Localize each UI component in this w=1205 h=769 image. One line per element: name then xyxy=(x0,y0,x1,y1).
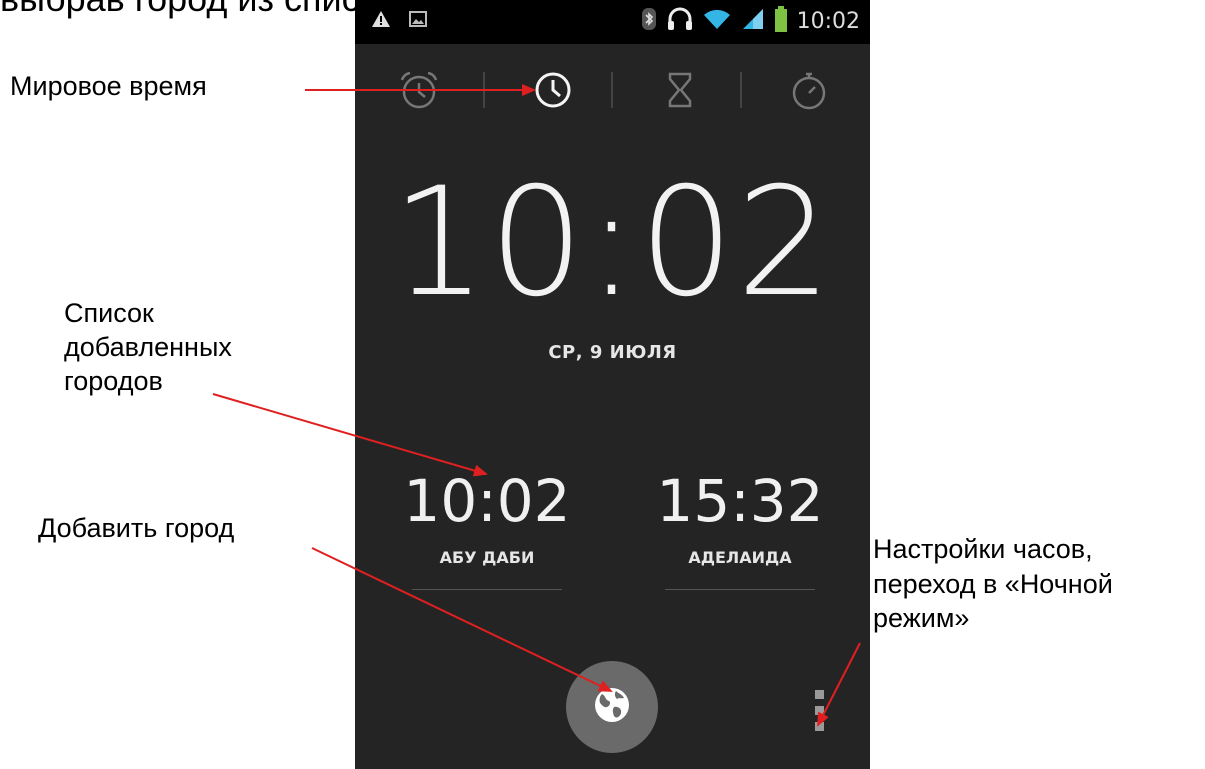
city-name: АДЕЛАИДА xyxy=(688,548,792,567)
clock-icon xyxy=(531,68,575,117)
battery-icon xyxy=(774,6,787,37)
city-time: 15:32 xyxy=(656,467,824,535)
city-time: 10:02 xyxy=(403,467,571,535)
annotation-settings: Настройки часов, переход в «Ночной режим… xyxy=(873,534,1113,634)
headphones-icon xyxy=(667,7,693,36)
main-clock-date: СР, 9 ИЮЛЯ xyxy=(548,342,677,363)
signal-icon xyxy=(741,7,765,36)
top-caption: выбрав город из списка: xyxy=(0,0,406,20)
divider xyxy=(665,589,815,590)
alarm-clock-icon xyxy=(397,68,441,117)
tab-bar xyxy=(355,46,870,134)
wifi-icon xyxy=(703,7,731,36)
status-time: 10:02 xyxy=(796,9,860,34)
overflow-menu-button[interactable] xyxy=(815,690,827,736)
annotation-world-time: Мировое время xyxy=(10,71,207,101)
overflow-menu-icon xyxy=(815,690,824,699)
annotation-city-list: Список добавленных городов xyxy=(64,298,232,396)
stopwatch-icon xyxy=(787,68,831,117)
city-item[interactable]: 10:02 АБУ ДАБИ xyxy=(402,472,572,590)
main-clock-time: 10:02 xyxy=(391,156,834,330)
image-icon xyxy=(409,11,427,32)
tab-alarm[interactable] xyxy=(391,64,447,120)
city-item[interactable]: 15:32 АДЕЛАИДА xyxy=(655,472,825,590)
city-name: АБУ ДАБИ xyxy=(439,548,535,567)
globe-icon xyxy=(592,685,632,730)
divider xyxy=(412,589,562,590)
warning-icon xyxy=(371,10,391,33)
phone-screen: 10:02 10:02 СР, 9 ИЮЛЯ 10:02 АБУ ДАБИ 15… xyxy=(355,0,870,769)
tab-timer[interactable] xyxy=(652,64,708,120)
add-city-button[interactable] xyxy=(566,661,658,753)
status-bar: 10:02 xyxy=(355,0,870,44)
tab-stopwatch[interactable] xyxy=(781,64,837,120)
tab-clock[interactable] xyxy=(525,64,581,120)
bluetooth-icon xyxy=(641,7,657,36)
hourglass-icon xyxy=(658,68,702,117)
annotation-add-city: Добавить город xyxy=(38,513,235,543)
